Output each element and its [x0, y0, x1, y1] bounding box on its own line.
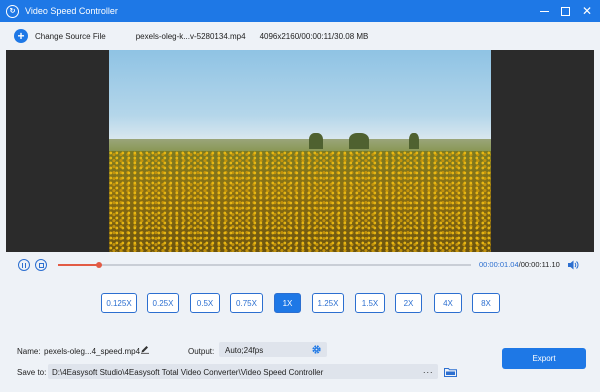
- output-settings: Name: pexels-oleg...4_speed.mp4 Output: …: [0, 338, 600, 392]
- export-button[interactable]: Export: [502, 348, 586, 369]
- stop-button[interactable]: [35, 259, 47, 271]
- speed-option-1x[interactable]: 1X: [274, 293, 301, 313]
- pause-icon: [21, 262, 27, 268]
- time-display: 00:00:01.04/00:00:11.10: [479, 260, 560, 269]
- speed-option-0-125x[interactable]: 0.125X: [101, 293, 137, 313]
- folder-icon[interactable]: [444, 367, 457, 377]
- window-title: Video Speed Controller: [25, 6, 118, 16]
- total-time: 00:00:11.10: [520, 260, 560, 269]
- volume-icon[interactable]: [568, 260, 579, 270]
- output-format-value: Auto;24fps: [225, 346, 264, 355]
- video-preview: [109, 50, 491, 252]
- output-name: pexels-oleg...4_speed.mp4: [44, 347, 141, 356]
- save-to-label: Save to:: [17, 368, 47, 377]
- output-label: Output:: [188, 347, 215, 356]
- change-source-button[interactable]: Change Source File: [35, 32, 106, 41]
- maximize-icon[interactable]: [560, 6, 570, 16]
- close-icon[interactable]: ✕: [582, 5, 592, 17]
- progress-handle[interactable]: [96, 262, 103, 268]
- video-player: [6, 50, 594, 252]
- speed-option-0-25x[interactable]: 0.25X: [147, 293, 179, 313]
- title-bar: ↻ Video Speed Controller ✕: [0, 0, 600, 22]
- app-icon: ↻: [6, 4, 19, 18]
- save-path-value: D:\4Easysoft Studio\4Easysoft Total Vide…: [52, 368, 324, 377]
- source-file-info: 4096x2160/00:00:11/30.08 MB: [259, 31, 369, 41]
- speed-option-2x[interactable]: 2X: [395, 293, 422, 313]
- source-file-name: pexels-oleg-k...v-5280134.mp4: [135, 31, 246, 41]
- browse-button[interactable]: ···: [418, 364, 438, 379]
- toolbar: + Change Source File pexels-oleg-k...v-5…: [0, 22, 600, 50]
- progress-fill: [58, 264, 100, 266]
- current-time: 00:00:01.04: [479, 260, 519, 269]
- playback-controls: 00:00:01.04/00:00:11.10: [0, 252, 600, 278]
- speed-option-1-25x[interactable]: 1.25X: [312, 293, 344, 313]
- minimize-icon[interactable]: [539, 10, 549, 12]
- speed-options: 0.125X 0.25X 0.5X 0.75X 1X 1.25X 1.5X 2X 4X 8X: [0, 293, 600, 313]
- name-label: Name:: [17, 347, 41, 356]
- speed-option-1-5x[interactable]: 1.5X: [355, 293, 385, 313]
- edit-icon[interactable]: [140, 344, 150, 354]
- speed-option-0-5x[interactable]: 0.5X: [190, 293, 220, 313]
- pause-button[interactable]: [18, 259, 30, 271]
- window-controls: ✕: [539, 0, 592, 22]
- add-source-icon[interactable]: +: [14, 29, 28, 43]
- speed-option-8x[interactable]: 8X: [472, 293, 500, 313]
- speed-option-4x[interactable]: 4X: [434, 293, 462, 313]
- progress-slider[interactable]: [58, 262, 471, 268]
- save-path-field[interactable]: D:\4Easysoft Studio\4Easysoft Total Vide…: [48, 364, 438, 379]
- gear-icon[interactable]: [311, 344, 322, 355]
- stop-icon: [38, 262, 44, 268]
- speed-option-0-75x[interactable]: 0.75X: [230, 293, 263, 313]
